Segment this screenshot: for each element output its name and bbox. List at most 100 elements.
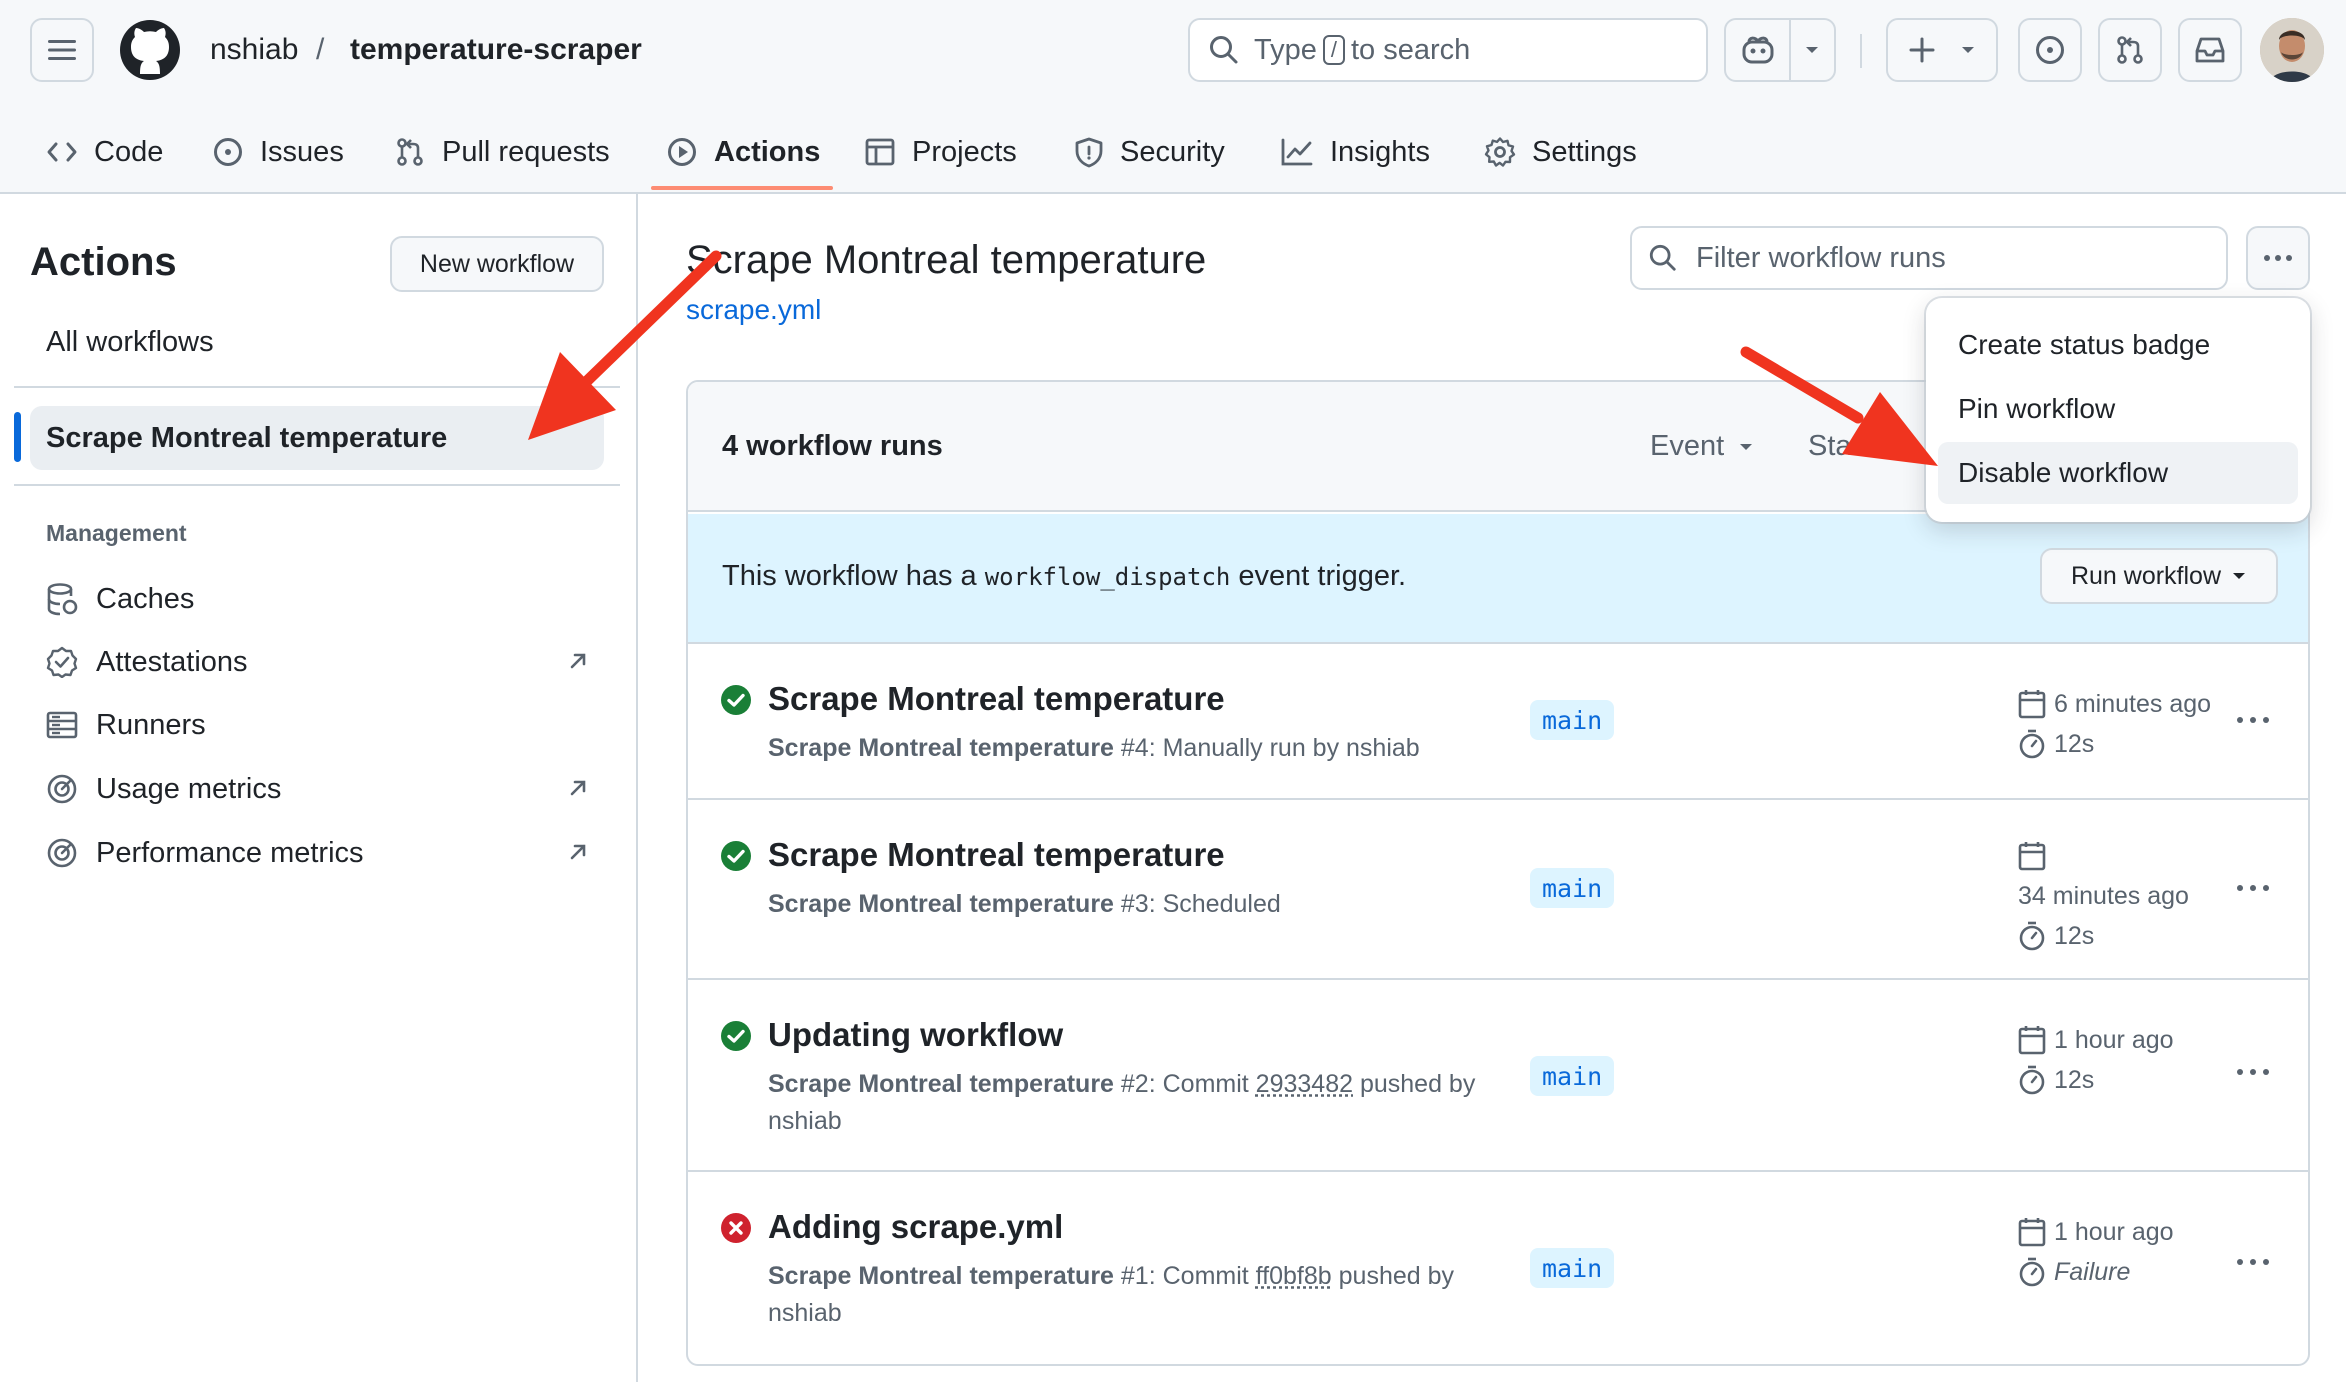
copilot-button[interactable] (1724, 18, 1836, 82)
sidebar-item-all-workflows[interactable]: All workflows (46, 326, 214, 359)
chevron-down-icon (1962, 47, 1974, 53)
tab-projects[interactable]: Projects (864, 112, 1017, 192)
tab-issues[interactable]: Issues (212, 112, 344, 192)
calendar-icon (2018, 690, 2046, 719)
new-workflow-button[interactable]: New workflow (390, 236, 604, 292)
table-row[interactable]: Updating workflow Scrape Montreal temper… (688, 980, 2308, 1172)
run-timing: 1 hour ago 12s (2018, 1020, 2174, 1100)
selected-indicator (14, 412, 21, 462)
table-icon (865, 138, 895, 166)
github-logo-icon[interactable] (118, 18, 182, 82)
commit-link[interactable]: ff0bf8b (1256, 1262, 1332, 1290)
sidebar-item-selected-workflow[interactable]: Scrape Montreal temperature (30, 406, 604, 470)
global-nav: nshiab / temperature-scraper Type / to s… (0, 0, 2346, 100)
tab-insights-label: Insights (1330, 135, 1430, 168)
search-suffix: to search (1351, 33, 1471, 66)
inbox-icon (2195, 37, 2225, 63)
calendar-icon (2018, 1218, 2046, 1247)
workflow-options-menu: Create status badge Pin workflow Disable… (1926, 298, 2310, 522)
pull-request-icon (2117, 36, 2143, 64)
run-title[interactable]: Adding scrape.yml (768, 1208, 1063, 1246)
stopwatch-icon (2019, 921, 2045, 951)
sidebar-item-usage-metrics[interactable]: Usage metrics (46, 764, 590, 814)
calendar-icon (2018, 1026, 2046, 1055)
create-new-button[interactable] (1886, 18, 1998, 82)
run-meta-text: #3: Scheduled (1120, 890, 1281, 918)
avatar[interactable] (2260, 18, 2324, 82)
owner-link[interactable]: nshiab (210, 30, 298, 70)
event-filter-label: Event (1650, 430, 1725, 462)
run-duration: 12s (2054, 729, 2095, 758)
filter-runs-input[interactable]: Filter workflow runs (1630, 226, 2228, 290)
branch-badge[interactable]: main (1530, 700, 1615, 740)
repo-link[interactable]: temperature-scraper (350, 30, 642, 70)
run-when: 6 minutes ago (2054, 689, 2212, 718)
tab-issues-label: Issues (260, 135, 344, 168)
inbox-button[interactable] (2178, 18, 2242, 82)
pull-requests-button[interactable] (2098, 18, 2162, 82)
table-row[interactable]: Adding scrape.yml Scrape Montreal temper… (688, 1172, 2308, 1364)
sidebar-item-attestations[interactable]: Attestations (46, 637, 590, 687)
tab-insights[interactable]: Insights (1280, 112, 1430, 192)
run-meta-text: #2: Commit (1120, 1070, 1249, 1098)
attestations-label: Attestations (96, 645, 248, 678)
kebab-horizontal-icon[interactable] (2236, 1258, 2270, 1266)
kebab-horizontal-icon[interactable] (2236, 716, 2270, 724)
run-duration: Failure (2054, 1257, 2131, 1286)
run-duration: 12s (2054, 921, 2095, 950)
menu-button[interactable] (30, 18, 94, 82)
menu-item-create-status-badge[interactable]: Create status badge (1938, 314, 2298, 376)
menu-item-pin-workflow[interactable]: Pin workflow (1938, 378, 2298, 440)
tab-code[interactable]: Code (46, 112, 163, 192)
dispatch-banner: This workflow has a workflow_dispatch ev… (688, 514, 2308, 644)
issues-button[interactable] (2018, 18, 2082, 82)
run-title[interactable]: Updating workflow (768, 1016, 1063, 1054)
sidebar-item-caches[interactable]: Caches (46, 574, 590, 624)
sidebar-item-performance-metrics[interactable]: Performance metrics (46, 828, 590, 878)
branch-badge[interactable]: main (1530, 1248, 1615, 1288)
copilot-icon (1742, 36, 1774, 64)
search-input[interactable]: Type / to search (1188, 18, 1708, 82)
x-circle-icon (721, 1213, 751, 1243)
run-timing: 34 minutes ago 12s (2018, 836, 2189, 956)
table-row[interactable]: Scrape Montreal temperature Scrape Montr… (688, 800, 2308, 980)
kebab-horizontal-icon[interactable] (2236, 1068, 2270, 1076)
menu-item-disable-workflow[interactable]: Disable workflow (1938, 442, 2298, 504)
issue-icon (2036, 36, 2064, 64)
workflow-file-link[interactable]: scrape.yml (686, 294, 821, 326)
tab-settings-label: Settings (1532, 135, 1637, 168)
sidebar-item-runners[interactable]: Runners (46, 700, 590, 750)
branch-badge[interactable]: main (1530, 868, 1615, 908)
event-filter[interactable]: Event (1650, 430, 1754, 463)
search-icon (1649, 244, 1676, 271)
status-filter[interactable]: Stat (1808, 430, 1860, 463)
tab-pull-requests-label: Pull requests (442, 135, 610, 168)
run-title[interactable]: Scrape Montreal temperature (768, 680, 1225, 718)
chevron-down-icon (1740, 443, 1753, 450)
workflow-options-button[interactable] (2246, 226, 2310, 290)
tab-security[interactable]: Security (1074, 112, 1225, 192)
run-workflow-button[interactable]: Run workflow (2040, 548, 2278, 604)
filter-placeholder: Filter workflow runs (1696, 241, 1946, 274)
tab-pull-requests[interactable]: Pull requests (394, 112, 610, 192)
commit-link[interactable]: 2933482 (1256, 1070, 1353, 1098)
kebab-horizontal-icon[interactable] (2236, 884, 2270, 892)
table-row[interactable]: Scrape Montreal temperature Scrape Montr… (688, 644, 2308, 800)
issue-icon (214, 138, 242, 166)
tab-actions[interactable]: Actions (666, 112, 820, 192)
stopwatch-icon (2019, 1257, 2045, 1287)
hamburger-icon (48, 40, 76, 60)
performance-metrics-label: Performance metrics (96, 836, 364, 869)
branch-badge[interactable]: main (1530, 1056, 1615, 1096)
tab-settings[interactable]: Settings (1484, 112, 1637, 192)
database-icon (47, 583, 78, 616)
dispatch-message: This workflow has a workflow_dispatch ev… (722, 560, 1406, 593)
page-title: Scrape Montreal temperature (686, 238, 1207, 282)
run-title[interactable]: Scrape Montreal temperature (768, 836, 1225, 874)
tab-security-label: Security (1120, 135, 1225, 168)
external-link-icon (570, 780, 586, 796)
search-shortcut-key: / (1322, 35, 1345, 65)
dispatch-text-after: event trigger. (1238, 560, 1407, 592)
chevron-down-icon (2233, 573, 2246, 579)
run-workflow-name: Scrape Montreal temperature (768, 1070, 1114, 1098)
